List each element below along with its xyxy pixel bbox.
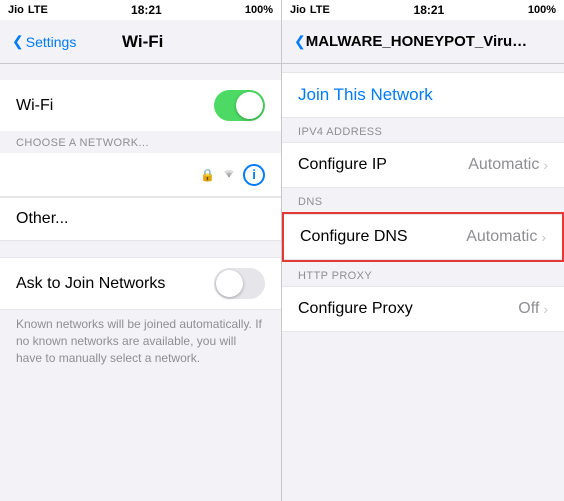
ask-to-join-row: Ask to Join Networks xyxy=(0,257,281,310)
other-label: Other... xyxy=(0,198,281,240)
ask-toggle[interactable] xyxy=(214,268,265,299)
lock-icon: 🔒 xyxy=(200,168,215,182)
choose-network-header: CHOOSE A NETWORK... xyxy=(0,131,281,153)
dns-card: Configure DNS Automatic › xyxy=(284,214,562,260)
configure-ip-value: Automatic xyxy=(468,156,539,174)
join-link[interactable]: Join This Network xyxy=(298,85,433,104)
configure-proxy-row[interactable]: Configure Proxy Off › xyxy=(282,287,564,331)
configure-ip-value-group: Automatic › xyxy=(468,156,548,174)
back-chevron-icon: ❮ xyxy=(12,33,24,50)
configure-dns-row[interactable]: Configure DNS Automatic › xyxy=(284,215,562,259)
wifi-signal-icon xyxy=(221,167,237,183)
right-status-left: Jio LTE xyxy=(290,4,330,16)
right-status-bar: Jio LTE 18:21 100% xyxy=(282,0,564,20)
wifi-label: Wi-Fi xyxy=(16,97,53,115)
dns-card-highlighted: Configure DNS Automatic › xyxy=(282,212,564,262)
left-battery: 100% xyxy=(245,4,273,16)
left-signal: LTE xyxy=(28,4,48,16)
right-nav-bar: ❮ MALWARE_HONEYPOT_Virus_Detected xyxy=(282,20,564,64)
other-row[interactable]: Other... xyxy=(0,197,281,241)
left-status-bar: Jio LTE 18:21 100% xyxy=(0,0,281,20)
left-carrier: Jio xyxy=(8,4,24,16)
configure-dns-label: Configure DNS xyxy=(300,228,408,246)
left-nav-title: Wi-Fi xyxy=(76,32,209,52)
configure-dns-value-group: Automatic › xyxy=(466,228,546,246)
configure-proxy-chevron-icon: › xyxy=(543,301,548,317)
configure-ip-row[interactable]: Configure IP Automatic › xyxy=(282,143,564,187)
back-label: Settings xyxy=(26,34,77,50)
left-status-right: 100% xyxy=(245,4,273,16)
dns-header: DNS xyxy=(282,188,564,212)
network-row[interactable]: 🔒 i xyxy=(0,153,281,197)
configure-ip-label: Configure IP xyxy=(298,156,387,174)
left-time: 18:21 xyxy=(131,3,162,17)
toggle-thumb xyxy=(236,92,263,119)
back-button[interactable]: ❮ Settings xyxy=(12,33,76,50)
wifi-toggle[interactable] xyxy=(214,90,265,121)
http-proxy-header: HTTP PROXY xyxy=(282,262,564,286)
left-status-left: Jio LTE xyxy=(8,4,48,16)
right-carrier: Jio xyxy=(290,4,306,16)
configure-ip-chevron-icon: › xyxy=(543,157,548,173)
right-status-right: 100% xyxy=(528,4,556,16)
ipv4-card: Configure IP Automatic › xyxy=(282,142,564,188)
right-panel: Jio LTE 18:21 100% ❮ MALWARE_HONEYPOT_Vi… xyxy=(282,0,564,501)
left-panel: Jio LTE 18:21 100% ❮ Settings Wi-Fi Wi-F… xyxy=(0,0,282,501)
configure-proxy-label: Configure Proxy xyxy=(298,300,413,318)
right-back-button[interactable]: ❮ xyxy=(294,33,306,50)
ask-section: Ask to Join Networks Known networks will… xyxy=(0,257,281,376)
configure-proxy-value-group: Off › xyxy=(518,300,548,318)
configure-dns-chevron-icon: › xyxy=(541,229,546,245)
ask-description: Known networks will be joined automatica… xyxy=(0,310,281,376)
right-signal: LTE xyxy=(310,4,330,16)
info-icon[interactable]: i xyxy=(243,164,265,186)
configure-dns-value: Automatic xyxy=(466,228,537,246)
left-nav-bar: ❮ Settings Wi-Fi xyxy=(0,20,281,64)
right-battery: 100% xyxy=(528,4,556,16)
join-section: Join This Network xyxy=(282,72,564,118)
ask-label: Ask to Join Networks xyxy=(16,275,165,293)
wifi-toggle-row: Wi-Fi xyxy=(0,80,281,131)
ipv4-header: IPV4 ADDRESS xyxy=(282,118,564,142)
ask-toggle-thumb xyxy=(216,270,243,297)
right-time: 18:21 xyxy=(414,3,445,17)
network-row-icons: 🔒 i xyxy=(200,164,265,186)
wifi-toggle-section: Wi-Fi xyxy=(0,80,281,131)
right-nav-title: MALWARE_HONEYPOT_Virus_Detected xyxy=(306,33,532,50)
configure-proxy-value: Off xyxy=(518,300,539,318)
right-back-chevron-icon: ❮ xyxy=(294,33,306,50)
proxy-card: Configure Proxy Off › xyxy=(282,286,564,332)
info-icon-label: i xyxy=(252,167,256,182)
